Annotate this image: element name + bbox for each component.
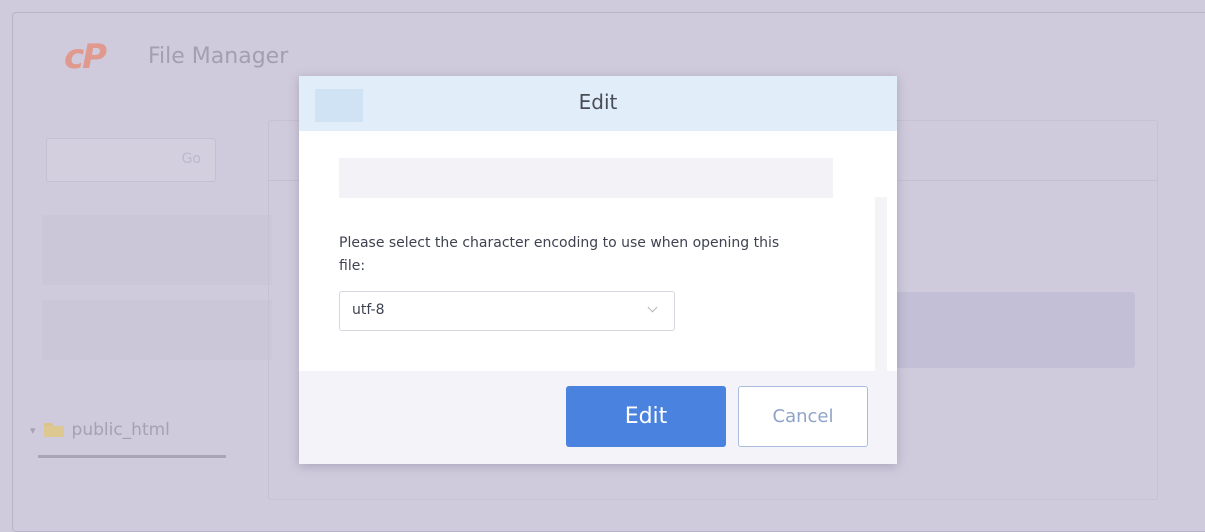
encoding-select-value: utf-8: [352, 302, 385, 318]
dialog-title: Edit: [578, 90, 618, 114]
chevron-down-icon: [647, 302, 658, 313]
app-title: File Manager: [148, 44, 289, 69]
tree-item-label[interactable]: public_html: [72, 420, 170, 440]
dialog-body: Please select the character encoding to …: [299, 131, 897, 373]
tree-item-public-html[interactable]: ▾ public_html: [30, 418, 170, 442]
dialog-footer: Edit Cancel: [299, 371, 897, 464]
sidebar-panel: [42, 215, 272, 285]
search-box[interactable]: Go: [46, 138, 216, 182]
dialog-scrollbar[interactable]: [875, 197, 887, 373]
folder-icon: [43, 423, 64, 437]
selected-row-highlight: [875, 292, 1135, 368]
info-bar: [339, 158, 833, 198]
sidebar-panel-secondary: [42, 300, 272, 360]
tree-item-underline: [38, 455, 226, 458]
cpanel-logo: cP: [64, 37, 107, 77]
go-button[interactable]: Go: [182, 151, 201, 167]
encoding-prompt: Please select the character encoding to …: [339, 235, 780, 274]
tree-toggle-icon[interactable]: ▾: [30, 424, 36, 437]
cancel-button[interactable]: Cancel: [738, 386, 868, 447]
edit-dialog: Edit Please select the character encodin…: [299, 76, 897, 464]
encoding-select[interactable]: utf-8: [339, 291, 675, 331]
edit-button[interactable]: Edit: [566, 386, 726, 447]
dialog-header: Edit: [299, 76, 897, 131]
